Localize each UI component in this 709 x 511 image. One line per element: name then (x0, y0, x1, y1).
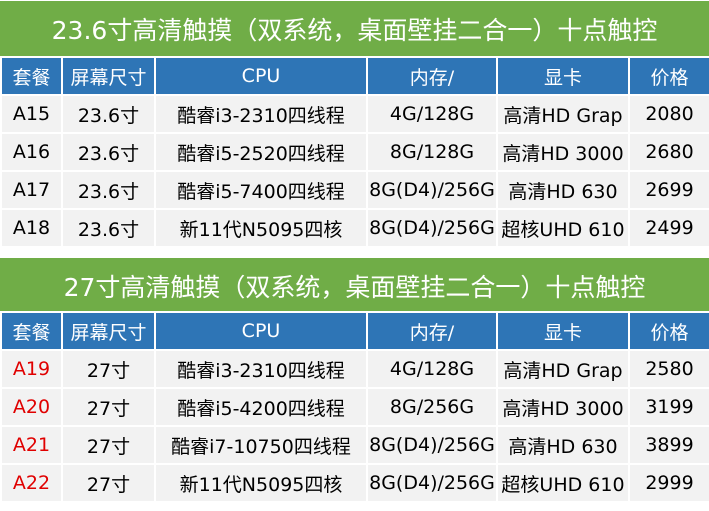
table-row: A21 27寸 酷睿i7-10750四线程 8G(D4)/256G 高清HD 6… (0, 425, 709, 465)
header-screen-size: 屏幕尺寸 (61, 311, 156, 351)
price: 2580 (628, 349, 709, 389)
memory: 4G/128G (366, 349, 498, 389)
graphics: 高清HD 630 (496, 425, 630, 465)
table-row: A15 23.6寸 酷睿i3-2310四线程 4G/128G 高清HD Grap… (0, 94, 709, 134)
cpu: 酷睿i5-4200四线程 (154, 387, 368, 427)
cpu: 新11代N5095四核 (154, 463, 368, 503)
header-screen-size: 屏幕尺寸 (61, 56, 156, 96)
screen-size: 23.6寸 (61, 208, 156, 248)
graphics: 高清HD Grap (496, 94, 630, 134)
graphics: 高清HD Grap (496, 349, 630, 389)
screen-size: 27寸 (61, 425, 156, 465)
header-package: 套餐 (0, 56, 63, 96)
section-title-23-6: 23.6寸高清触摸（双系统，桌面壁挂二合一）十点触控 (0, 1, 709, 56)
package-code: A22 (0, 463, 63, 503)
memory: 8G(D4)/256G (366, 170, 498, 210)
table-header-row: 套餐 屏幕尺寸 CPU 内存/ 显卡 价格 (0, 311, 709, 351)
price: 3199 (628, 387, 709, 427)
table-row: A18 23.6寸 新11代N5095四核 8G(D4)/256G 超核UHD … (0, 208, 709, 248)
graphics: 高清HD 3000 (496, 132, 630, 172)
price: 2499 (628, 208, 709, 248)
header-memory: 内存/ (366, 311, 498, 351)
cpu: 酷睿i5-2520四线程 (154, 132, 368, 172)
header-cpu: CPU (154, 56, 368, 96)
header-cpu: CPU (154, 311, 368, 351)
cpu: 酷睿i3-2310四线程 (154, 94, 368, 134)
header-price: 价格 (628, 56, 709, 96)
package-code: A20 (0, 387, 63, 427)
package-code: A19 (0, 349, 63, 389)
table-row: A19 27寸 酷睿i3-2310四线程 4G/128G 高清HD Grap 2… (0, 349, 709, 389)
price: 2680 (628, 132, 709, 172)
table-row: A22 27寸 新11代N5095四核 8G(D4)/256G 超核UHD 61… (0, 463, 709, 503)
section-title-27: 27寸高清触摸（双系统，桌面壁挂二合一）十点触控 (0, 258, 709, 313)
price: 2999 (628, 463, 709, 503)
screen-size: 23.6寸 (61, 94, 156, 134)
package-code: A15 (0, 94, 63, 134)
price: 3899 (628, 425, 709, 465)
cpu: 酷睿i3-2310四线程 (154, 349, 368, 389)
screen-size: 27寸 (61, 387, 156, 427)
price-list-page: 23.6寸高清触摸（双系统，桌面壁挂二合一）十点触控 套餐 屏幕尺寸 CPU 内… (0, 0, 709, 511)
package-code: A21 (0, 425, 63, 465)
memory: 8G/256G (366, 387, 498, 427)
price: 2080 (628, 94, 709, 134)
spec-table-23-6: 套餐 屏幕尺寸 CPU 内存/ 显卡 价格 A15 23.6寸 酷睿i3-231… (0, 56, 709, 248)
graphics: 高清HD 630 (496, 170, 630, 210)
table-row: A17 23.6寸 酷睿i5-7400四线程 8G(D4)/256G 高清HD … (0, 170, 709, 210)
screen-size: 27寸 (61, 349, 156, 389)
spec-table-27: 套餐 屏幕尺寸 CPU 内存/ 显卡 价格 A19 27寸 酷睿i3-2310四… (0, 311, 709, 503)
memory: 8G(D4)/256G (366, 208, 498, 248)
cpu: 酷睿i5-7400四线程 (154, 170, 368, 210)
header-graphics: 显卡 (496, 56, 630, 96)
table-header-row: 套餐 屏幕尺寸 CPU 内存/ 显卡 价格 (0, 56, 709, 96)
cpu: 酷睿i7-10750四线程 (154, 425, 368, 465)
screen-size: 23.6寸 (61, 170, 156, 210)
package-code: A16 (0, 132, 63, 172)
header-price: 价格 (628, 311, 709, 351)
memory: 8G(D4)/256G (366, 425, 498, 465)
price: 2699 (628, 170, 709, 210)
header-graphics: 显卡 (496, 311, 630, 351)
table-row: A20 27寸 酷睿i5-4200四线程 8G/256G 高清HD 3000 3… (0, 387, 709, 427)
package-code: A18 (0, 208, 63, 248)
graphics: 高清HD 3000 (496, 387, 630, 427)
package-code: A17 (0, 170, 63, 210)
memory: 8G(D4)/256G (366, 463, 498, 503)
header-package: 套餐 (0, 311, 63, 351)
screen-size: 27寸 (61, 463, 156, 503)
screen-size: 23.6寸 (61, 132, 156, 172)
cpu: 新11代N5095四核 (154, 208, 368, 248)
table-row: A16 23.6寸 酷睿i5-2520四线程 8G/128G 高清HD 3000… (0, 132, 709, 172)
memory: 8G/128G (366, 132, 498, 172)
header-memory: 内存/ (366, 56, 498, 96)
memory: 4G/128G (366, 94, 498, 134)
graphics: 超核UHD 610 (496, 463, 630, 503)
graphics: 超核UHD 610 (496, 208, 630, 248)
